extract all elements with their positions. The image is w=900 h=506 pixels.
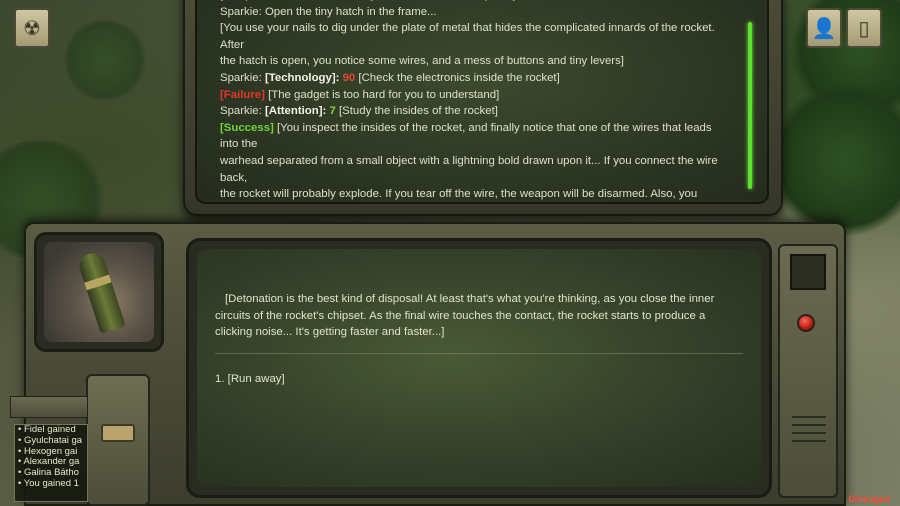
dialog-screen: [Detonation is the best kind of disposal… [197,249,761,487]
message-log-item: • Gyulchatai ga [18,434,83,446]
dialog-history-run: [You inspect the insides of the rocket, … [220,121,712,151]
device-button[interactable]: ▯ [846,8,882,48]
console-side-panel [86,374,150,506]
dialog-history-run: [Technology]: [264,71,340,84]
dialog-history-run: [The gadget is too hard for you to under… [264,88,500,101]
radiation-emblem-icon: ☢ [23,17,41,40]
dialog-history-line: [You use your nails to dig under the pla… [220,20,727,53]
dialog-frame: [Detonation is the best kind of disposal… [186,238,772,498]
scrollbar-thumb[interactable] [748,22,752,189]
character-button[interactable]: 👤 [806,8,842,48]
dialog-history-run: Sparkie: Open the tiny hatch in the fram… [220,5,437,18]
dialog-history-line: the hatch is open, you notice some wires… [220,53,727,70]
dialog-text: [Detonation is the best kind of disposal… [215,293,715,339]
dialog-history-scrollbar[interactable] [743,2,757,194]
dialog-history-line: Sparkie: [Technology]: 90 [Check the ele… [220,70,727,87]
dialog-history-run: the hatch is open, you notice some wires… [220,55,624,68]
console-right-panel [778,244,838,498]
dialog-history-line: warhead separated from a small object wi… [220,153,727,186]
console-slot [101,424,135,442]
dialog-history-line: Sparkie: Open the tiny hatch in the fram… [220,4,727,21]
portrait-frame [34,232,164,352]
dialog-history-run: [A tiny metal door in the casing of the … [220,0,516,1]
dialog-divider [215,353,743,354]
dialog-history-run: the rocket will probably explode. If you… [220,188,698,201]
mini-screen [790,254,826,290]
dialog-history-run: [Study the insides of the rocket] [335,105,498,118]
dialog-history-run: 90 [342,71,356,84]
dialog-history-line: Sparkie: [Attention]: 7 [Study the insid… [220,103,727,120]
dialog-option-1[interactable]: 1. [Run away] [215,373,285,385]
dialog-history-run: Sparkie: [220,105,265,118]
dialog-history-run: [Success] [220,121,274,134]
message-log: • Fidel gained • Gyulchatai ga • Hexogen… [14,424,88,502]
dialog-history-panel: [A tiny metal door in the casing of the … [183,0,783,216]
radiation-emblem-button[interactable]: ☢ [14,8,50,48]
character-portrait-icon: 👤 [811,17,837,40]
dialog-history-line: [Success] [You inspect the insides of th… [220,120,727,153]
rocket-icon [76,249,126,335]
dialog-history-run: Sparkie: [220,71,265,84]
dialog-console: [Detonation is the best kind of disposal… [24,222,846,506]
dialog-history-screen: [A tiny metal door in the casing of the … [195,0,769,204]
console-bottom-left-bracket [10,396,88,418]
dialog-history-run: [Attention]: [264,105,327,118]
dialog-history-run: [You use your nails to dig under the pla… [220,22,715,51]
red-indicator-light [797,314,815,332]
message-log-item: • You gained 1 [18,477,79,489]
device-icon: ▯ [858,17,870,40]
rocket-portrait-image [44,242,154,342]
status-effect-label: Deranged [848,494,890,504]
dialog-history-text: [A tiny metal door in the casing of the … [220,0,727,202]
dialog-history-run: warhead separated from a small object wi… [220,154,718,184]
dialog-history-run: [Check the electronics inside the rocket… [355,71,560,84]
dialog-history-line: [Failure] [The gadget is too hard for yo… [220,87,727,104]
dialog-history-line: the rocket will probably explode. If you… [220,186,727,202]
vent-grille [792,416,826,448]
dialog-history-run: [Failure] [220,88,265,101]
